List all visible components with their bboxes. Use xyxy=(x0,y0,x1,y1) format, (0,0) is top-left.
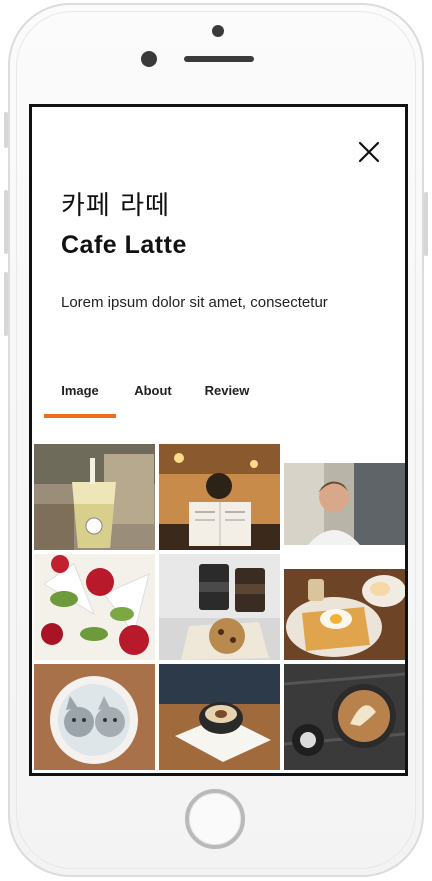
volume-up-button xyxy=(4,190,8,254)
title-korean: 카페 라떼 xyxy=(61,191,170,221)
tab-bar: Image About Review xyxy=(32,377,405,421)
home-button[interactable] xyxy=(185,789,245,849)
gallery-photo-woman[interactable] xyxy=(284,463,405,545)
earpiece-speaker xyxy=(184,56,254,62)
gallery-photo-menu[interactable] xyxy=(159,444,280,550)
title-english: Cafe Latte xyxy=(61,231,187,259)
close-icon xyxy=(358,141,380,163)
tab-review[interactable]: Review xyxy=(194,377,260,421)
proximity-sensor xyxy=(212,25,224,37)
gallery-photo-drink[interactable] xyxy=(34,444,155,550)
gallery-photo-latte-napkin[interactable] xyxy=(159,664,280,770)
close-button[interactable] xyxy=(357,140,381,164)
gallery-photo-toast[interactable] xyxy=(284,569,405,660)
mute-switch xyxy=(4,112,8,148)
gallery-photo-latte-cats[interactable] xyxy=(34,664,155,770)
app-screen: 카페 라떼 Cafe Latte Lorem ipsum dolor sit a… xyxy=(29,104,408,776)
gallery-photo-coffee-cookie[interactable] xyxy=(159,554,280,660)
description-text: Lorem ipsum dolor sit amet, consectetur xyxy=(61,294,328,311)
gallery-photo-latte-swan[interactable] xyxy=(284,664,405,770)
gallery-photo-roses[interactable] xyxy=(34,554,155,660)
active-tab-indicator xyxy=(44,414,116,418)
power-button xyxy=(424,192,428,256)
tab-about[interactable]: About xyxy=(122,377,184,421)
front-camera xyxy=(141,51,157,67)
volume-down-button xyxy=(4,272,8,336)
